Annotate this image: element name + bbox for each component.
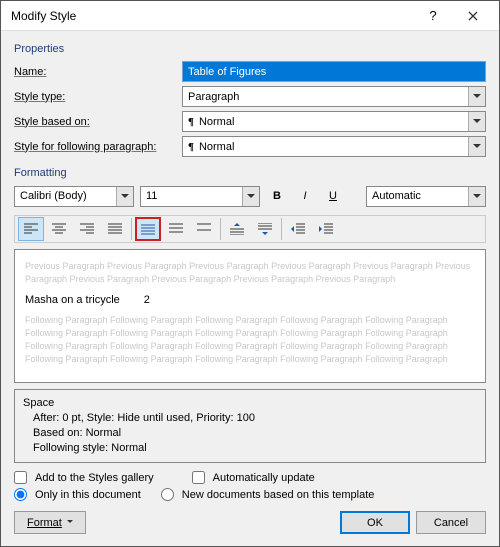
following-combo[interactable]: ¶Normal (182, 136, 486, 157)
preview-box: Previous Paragraph Previous Paragraph Pr… (14, 249, 486, 383)
increase-indent-icon (319, 223, 333, 235)
spacing-1-icon (141, 223, 155, 235)
underline-button[interactable]: U (322, 185, 344, 207)
size-combo[interactable]: 11 (140, 186, 260, 207)
font-combo[interactable]: Calibri (Body) (14, 186, 134, 207)
add-gallery-label[interactable]: Add to the Styles gallery (35, 472, 154, 484)
align-right-button[interactable] (74, 217, 100, 241)
preview-sample: Masha on a tricycle2 (25, 294, 475, 306)
font-color-combo[interactable]: Automatic (366, 186, 486, 207)
align-left-button[interactable] (18, 217, 44, 241)
close-button[interactable] (453, 2, 493, 30)
style-type-label: Style type: (14, 91, 176, 103)
align-right-icon (80, 223, 94, 235)
font-toolbar: Calibri (Body) 11 B I U Automatic (14, 185, 486, 207)
increase-indent-button[interactable] (313, 217, 339, 241)
spacing-15-icon (169, 223, 183, 235)
chevron-down-icon (468, 87, 485, 106)
add-gallery-checkbox[interactable] (14, 471, 27, 484)
chevron-down-icon (468, 112, 485, 131)
help-button[interactable]: ? (413, 2, 453, 30)
only-document-label[interactable]: Only in this document (35, 489, 141, 501)
paragraph-toolbar (14, 215, 486, 243)
line-spacing-1-button[interactable] (135, 217, 161, 241)
based-on-label: Style based on: (14, 116, 176, 128)
style-type-combo[interactable]: Paragraph (182, 86, 486, 107)
space-before-inc-button[interactable] (224, 217, 250, 241)
space-before-inc-icon (230, 223, 244, 235)
ok-button[interactable]: OK (340, 511, 410, 534)
align-left-icon (24, 223, 38, 235)
line-spacing-2-button[interactable] (191, 217, 217, 241)
auto-update-label[interactable]: Automatically update (213, 472, 315, 484)
separator (281, 218, 282, 240)
format-button[interactable]: Format (14, 511, 86, 534)
cancel-button[interactable]: Cancel (416, 511, 486, 534)
chevron-down-icon (468, 137, 485, 156)
align-justify-icon (108, 223, 122, 235)
new-docs-label[interactable]: New documents based on this template (182, 489, 375, 501)
separator (220, 218, 221, 240)
section-formatting: Formatting (14, 167, 486, 179)
space-before-dec-icon (258, 223, 272, 235)
spacing-2-icon (197, 223, 211, 235)
pilcrow-icon: ¶ (188, 116, 194, 128)
only-document-radio[interactable] (14, 488, 27, 501)
name-input[interactable] (182, 61, 486, 82)
align-justify-button[interactable] (102, 217, 128, 241)
align-center-button[interactable] (46, 217, 72, 241)
dialog-title: Modify Style (7, 9, 413, 23)
space-before-dec-button[interactable] (252, 217, 278, 241)
name-label: Name: (14, 66, 176, 78)
align-center-icon (52, 223, 66, 235)
separator (131, 218, 132, 240)
based-on-combo[interactable]: ¶Normal (182, 111, 486, 132)
decrease-indent-button[interactable] (285, 217, 311, 241)
chevron-down-icon (116, 187, 133, 206)
new-docs-radio[interactable] (161, 488, 174, 501)
following-label: Style for following paragraph: (14, 141, 176, 153)
pilcrow-icon: ¶ (188, 141, 194, 153)
title-bar: Modify Style ? (1, 1, 499, 31)
auto-update-checkbox[interactable] (192, 471, 205, 484)
modify-style-dialog: Modify Style ? Properties Name: Style ty… (0, 0, 500, 547)
chevron-down-icon (468, 187, 485, 206)
chevron-down-icon (242, 187, 259, 206)
close-icon (468, 11, 478, 21)
description-box: Space After: 0 pt, Style: Hide until use… (14, 389, 486, 463)
line-spacing-15-button[interactable] (163, 217, 189, 241)
section-properties: Properties (14, 43, 486, 55)
bold-button[interactable]: B (266, 185, 288, 207)
italic-button[interactable]: I (294, 185, 316, 207)
decrease-indent-icon (291, 223, 305, 235)
